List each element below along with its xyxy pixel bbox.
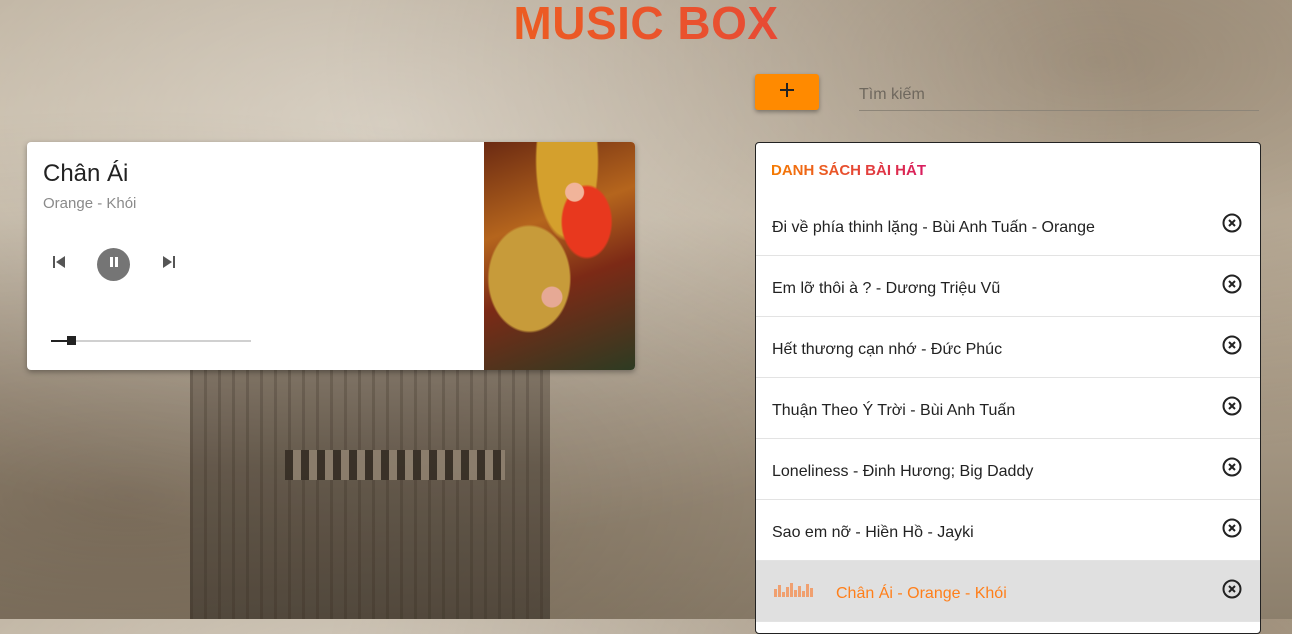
playlist-item[interactable]: Thuận Theo Ý Trời - Bùi Anh Tuấn	[756, 378, 1260, 439]
close-circle-icon	[1222, 274, 1242, 294]
close-circle-icon	[1222, 396, 1242, 416]
skip-next-icon	[162, 255, 176, 274]
playlist-item-label: Thuận Theo Ý Trời - Bùi Anh Tuấn	[772, 402, 1016, 419]
remove-song-button[interactable]	[1222, 274, 1242, 294]
song-title: Chân Ái	[43, 160, 129, 187]
playlist-item[interactable]: Em lỡ thôi à ? - Dương Triệu Vũ	[756, 256, 1260, 317]
playlist-item-label: Em lỡ thôi à ? - Dương Triệu Vũ	[772, 280, 1001, 297]
playlist-item-label: Chân Ái - Orange - Khói	[836, 585, 1007, 602]
app-title: MUSIC BOX	[0, 0, 1292, 46]
playlist-item-label: Sao em nỡ - Hiền Hồ - Jayki	[772, 524, 974, 541]
close-circle-icon	[1222, 457, 1242, 477]
next-button[interactable]	[159, 254, 179, 274]
add-song-button[interactable]	[755, 74, 819, 110]
remove-song-button[interactable]	[1222, 335, 1242, 355]
playlist-item[interactable]: Sao em nỡ - Hiền Hồ - Jayki	[756, 500, 1260, 561]
pause-button[interactable]	[97, 248, 130, 281]
now-playing-card: Chân Ái Orange - Khói	[27, 142, 635, 370]
playlist-list: Đi về phía thinh lặng - Bùi Anh Tuấn - O…	[756, 195, 1260, 622]
playlist-item-active[interactable]: Chân Ái - Orange - Khói	[756, 561, 1260, 622]
playlist-item[interactable]: Hết thương cạn nhớ - Đức Phúc	[756, 317, 1260, 378]
album-art	[484, 142, 635, 370]
previous-button[interactable]	[49, 254, 69, 274]
remove-song-button[interactable]	[1222, 396, 1242, 416]
close-circle-icon	[1222, 213, 1242, 233]
playlist-header: DANH SÁCH BÀI HÁT	[771, 162, 926, 179]
equalizer-icon	[774, 583, 813, 597]
remove-song-button[interactable]	[1222, 457, 1242, 477]
playlist-panel: DANH SÁCH BÀI HÁT Đi về phía thinh lặng …	[755, 142, 1261, 634]
pause-icon	[107, 255, 121, 274]
playlist-item[interactable]: Đi về phía thinh lặng - Bùi Anh Tuấn - O…	[756, 195, 1260, 256]
close-circle-icon	[1222, 579, 1242, 599]
remove-song-button[interactable]	[1222, 579, 1242, 599]
background-piano-image	[190, 365, 550, 619]
progress-thumb[interactable]	[67, 336, 76, 345]
skip-previous-icon	[52, 255, 66, 274]
playlist-item-label: Hết thương cạn nhớ - Đức Phúc	[772, 341, 1003, 358]
search-field[interactable]	[859, 82, 1259, 111]
song-artist: Orange - Khói	[43, 195, 137, 212]
close-circle-icon	[1222, 518, 1242, 538]
add-icon	[779, 82, 795, 103]
playlist-item[interactable]: Loneliness - Đinh Hương; Big Daddy	[756, 439, 1260, 500]
playlist-item-label: Đi về phía thinh lặng - Bùi Anh Tuấn - O…	[772, 219, 1095, 236]
remove-song-button[interactable]	[1222, 213, 1242, 233]
search-input[interactable]	[859, 82, 1259, 108]
close-circle-icon	[1222, 335, 1242, 355]
playlist-item-label: Loneliness - Đinh Hương; Big Daddy	[772, 463, 1034, 480]
progress-slider[interactable]	[51, 336, 251, 345]
remove-song-button[interactable]	[1222, 518, 1242, 538]
